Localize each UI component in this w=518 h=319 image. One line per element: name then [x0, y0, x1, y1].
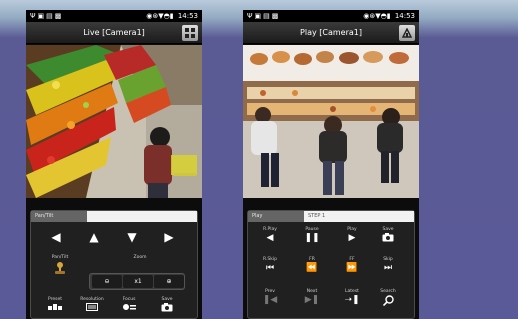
zoom-in-button[interactable]: ⊕ — [154, 275, 184, 288]
signal-icon: ◉⊛▼◓▮ — [363, 12, 391, 20]
resolution-icon — [86, 303, 98, 311]
camera-icon — [382, 233, 394, 242]
next-icon: ▶❚ — [304, 295, 320, 305]
save-button[interactable]: Save — [155, 297, 179, 312]
tab-step[interactable]: STEP 1 — [304, 211, 414, 222]
live-video-feed[interactable] — [26, 45, 202, 198]
zoom-out-icon: ⊖ — [104, 278, 110, 285]
camera-select-button[interactable] — [399, 25, 415, 41]
search-icon — [382, 295, 394, 306]
fast-rewind-button[interactable]: FR ⏪ — [300, 257, 324, 273]
tilt-up-button[interactable]: ▲ — [87, 231, 101, 243]
tab-pan-tilt[interactable]: Pan/Tilt — [31, 211, 87, 222]
screen-title: Play [Camera1] — [300, 28, 362, 37]
skip-forward-icon: ⏭ — [383, 263, 393, 273]
status-time: 14:53 — [177, 12, 198, 20]
camera-select-icon — [402, 28, 412, 38]
panel-tabs: Pan/Tilt — [31, 211, 197, 222]
pan-left-button[interactable]: ◀ — [49, 231, 63, 243]
zoom-label-box: Zoom — [125, 255, 155, 261]
focus-button[interactable]: Focus — [117, 297, 141, 311]
signal-icon: ◉⊛▼◓▮ — [146, 12, 174, 20]
reverse-play-button[interactable]: R.Play ◀ — [258, 227, 282, 243]
pan-tilt-control[interactable]: Pan/Tilt — [49, 255, 71, 275]
status-bar: Ψ▣▤▩ ◉⊛▼◓▮ 14:53 — [243, 10, 419, 22]
system-icons: ◉⊛▼◓▮ 14:53 — [363, 10, 415, 22]
bakery-camera-image — [243, 45, 419, 198]
zoom-out-button[interactable]: ⊖ — [92, 275, 122, 288]
latest-icon: ➝❚ — [344, 295, 360, 305]
skip-button[interactable]: Skip ⏭ — [376, 257, 400, 273]
latest-button[interactable]: Latest ➝❚ — [340, 289, 364, 305]
save-button[interactable]: Save — [376, 227, 400, 242]
prev-icon: ❚◀ — [262, 295, 278, 305]
panel-tabs: Play STEP 1 — [248, 211, 414, 222]
preset-icon — [48, 304, 62, 310]
play-control-panel: Play STEP 1 R.Play ◀ Pause ❚❚ Play ▶ Sav… — [247, 210, 415, 319]
pan-right-button[interactable]: ▶ — [162, 231, 176, 243]
notification-icons: Ψ▣▤▩ — [30, 12, 64, 20]
fast-forward-icon: ⏩ — [346, 263, 358, 273]
title-bar: Play [Camera1] — [243, 22, 419, 44]
tab-blank[interactable] — [87, 211, 197, 222]
play-button[interactable]: Play ▶ — [340, 227, 364, 243]
zoom-value-button[interactable]: x1 — [123, 275, 153, 288]
next-button[interactable]: Next ▶❚ — [300, 289, 324, 305]
play-phone-screen: Ψ▣▤▩ ◉⊛▼◓▮ 14:53 Play [Camera1] Play STE… — [243, 10, 419, 319]
live-control-panel: Pan/Tilt ◀ ▲ ▼ ▶ Pan/Tilt Zoom ⊖ x1 ⊕ Pr… — [30, 210, 198, 319]
reverse-play-icon: ◀ — [266, 233, 274, 243]
prev-button[interactable]: Prev ❚◀ — [258, 289, 282, 305]
pause-button[interactable]: Pause ❚❚ — [300, 227, 324, 243]
search-button[interactable]: Search — [376, 289, 400, 306]
status-bar: Ψ▣▤▩ ◉⊛▼◓▮ 14:53 — [26, 10, 202, 22]
zoom-control: ⊖ x1 ⊕ — [89, 273, 185, 290]
title-bar: Live [Camera1] — [26, 22, 202, 44]
zoom-in-icon: ⊕ — [166, 278, 172, 285]
screen-title: Live [Camera1] — [83, 28, 145, 37]
grid-icon — [185, 28, 195, 38]
focus-icon — [123, 304, 136, 310]
status-time: 14:53 — [394, 12, 415, 20]
tab-play[interactable]: Play — [248, 211, 304, 222]
camera-icon — [161, 303, 173, 312]
rewind-icon: ⏪ — [306, 263, 318, 273]
playback-video-feed[interactable] — [243, 45, 419, 198]
live-phone-screen: Ψ▣▤▩ ◉⊛▼◓▮ 14:53 Live [Camera1] Pan/Tilt… — [26, 10, 202, 319]
skip-back-icon: ⏮ — [265, 263, 275, 273]
grid-view-button[interactable] — [182, 25, 198, 41]
fast-forward-button[interactable]: FF ⏩ — [340, 257, 364, 273]
reverse-skip-button[interactable]: R.Skip ⏮ — [258, 257, 282, 273]
notification-icons: Ψ▣▤▩ — [247, 12, 281, 20]
pause-icon: ❚❚ — [304, 233, 320, 243]
system-icons: ◉⊛▼◓▮ 14:53 — [146, 10, 198, 22]
tilt-down-button[interactable]: ▼ — [125, 231, 139, 243]
preset-button[interactable]: Preset — [41, 297, 69, 311]
joystick-icon — [55, 262, 65, 274]
zoom-label: Zoom — [133, 255, 147, 260]
grocery-camera-image — [26, 45, 202, 198]
play-icon: ▶ — [348, 233, 356, 243]
resolution-button[interactable]: Resolution — [77, 297, 107, 311]
